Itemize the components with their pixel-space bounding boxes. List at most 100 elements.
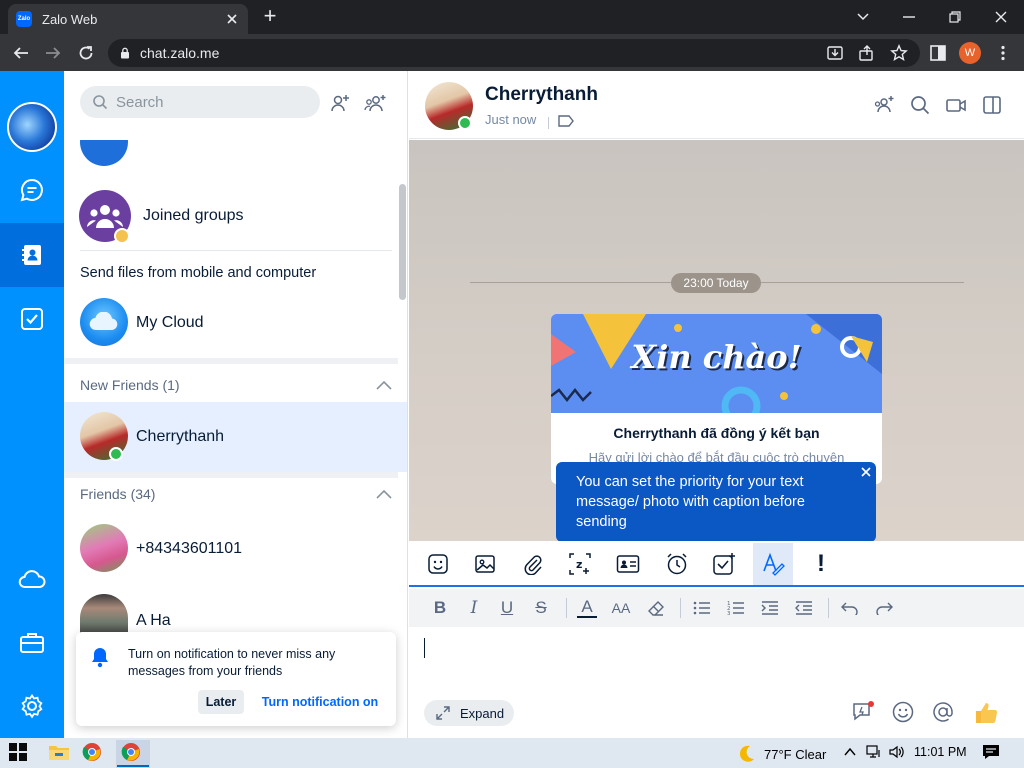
active-indicator [117, 765, 149, 767]
expand-button[interactable]: Expand [424, 700, 514, 726]
forward-arrow-icon[interactable] [40, 40, 66, 66]
online-status-icon [458, 116, 472, 130]
reload-icon[interactable] [73, 40, 99, 66]
url-text: chat.zalo.me [140, 45, 220, 61]
strikethrough-icon[interactable]: S [531, 598, 551, 618]
close-tab-icon[interactable] [224, 11, 240, 27]
search-icon [92, 94, 116, 110]
bell-icon [90, 646, 110, 668]
nav-messages[interactable] [0, 158, 64, 222]
restore-window-icon[interactable] [932, 0, 978, 34]
lock-icon [120, 47, 130, 59]
chevron-up-icon[interactable] [844, 746, 856, 758]
turn-notification-on-button[interactable]: Turn notification on [258, 690, 382, 714]
contact-card-icon[interactable] [613, 549, 643, 579]
mention-at-icon[interactable] [931, 700, 955, 724]
notification-message: Turn on notification to never miss any m… [128, 647, 336, 678]
conversation-info-panel-icon[interactable] [981, 94, 1003, 116]
screenshot-capture-icon[interactable]: z [565, 549, 595, 579]
action-center-icon[interactable] [982, 744, 1000, 760]
network-icon[interactable] [866, 745, 882, 759]
text-format-icon[interactable] [758, 549, 788, 579]
send-files-label: Send files from mobile and computer [80, 265, 317, 281]
attachment-paperclip-icon[interactable] [518, 549, 548, 579]
friend-name: A Ha [136, 612, 171, 629]
nav-todo[interactable] [0, 287, 64, 351]
checkbox-icon [19, 306, 45, 332]
minimize-window-icon[interactable] [886, 0, 932, 34]
svg-text:3: 3 [727, 611, 731, 616]
time-divider-label: 23:00 Today [671, 273, 761, 293]
later-button[interactable]: Later [198, 690, 244, 714]
reminder-alarm-icon[interactable] [662, 549, 692, 579]
emoji-icon[interactable] [891, 700, 915, 724]
add-friend-icon[interactable] [329, 92, 351, 114]
underline-icon[interactable]: U [497, 598, 517, 618]
outdent-icon[interactable] [794, 598, 814, 618]
my-avatar[interactable] [7, 102, 57, 152]
bold-icon[interactable]: B [430, 598, 450, 618]
friends-header[interactable]: Friends (34) [64, 480, 408, 508]
close-icon[interactable] [858, 464, 874, 480]
chat-contact-name: Cherrythanh [485, 84, 598, 105]
greeting-banner-text: Xin chào! [631, 338, 802, 376]
weather-widget[interactable]: 77°F Clear [736, 744, 826, 764]
notification-prompt: Turn on notification to never miss any m… [76, 632, 396, 726]
new-friends-header[interactable]: New Friends (1) [64, 371, 408, 399]
video-call-icon[interactable] [945, 94, 967, 116]
priority-mark-icon[interactable]: ! [806, 549, 836, 579]
indent-icon[interactable] [760, 598, 780, 618]
tag-label-icon[interactable] [557, 114, 575, 130]
assign-task-icon[interactable] [709, 549, 739, 579]
address-bar[interactable]: chat.zalo.me [108, 39, 920, 67]
my-cloud-label: My Cloud [136, 314, 204, 331]
windows-start-icon[interactable] [8, 742, 30, 764]
new-friend-name: Cherrythanh [136, 428, 225, 445]
image-icon[interactable] [470, 549, 500, 579]
profile-avatar[interactable]: W [959, 42, 981, 64]
cloud-icon [18, 568, 46, 590]
nav-cloud[interactable] [0, 547, 64, 611]
briefcase-icon [19, 631, 45, 655]
nav-contacts[interactable] [0, 223, 64, 287]
friend-name: +84343601101 [136, 540, 243, 557]
nav-toolbox[interactable] [0, 611, 64, 675]
italic-icon[interactable]: I [464, 598, 484, 618]
file-explorer-icon[interactable] [48, 742, 70, 764]
new-tab-button[interactable]: + [258, 5, 282, 28]
section-spacer [64, 358, 398, 364]
side-panel-icon[interactable] [929, 44, 947, 62]
bullet-list-icon[interactable] [692, 598, 712, 618]
chat-last-seen: Just now [485, 112, 537, 127]
share-icon[interactable] [858, 44, 876, 62]
browser-tab[interactable]: Zalo Zalo Web [8, 4, 248, 34]
add-to-group-icon[interactable] [873, 94, 895, 116]
back-arrow-icon[interactable] [8, 40, 34, 66]
redo-icon[interactable] [874, 598, 894, 618]
chrome-icon[interactable] [82, 742, 104, 764]
search-input[interactable]: Search [80, 86, 320, 118]
weather-text: 77°F Clear [764, 746, 827, 762]
close-window-icon[interactable] [978, 0, 1024, 34]
joined-groups-label: Joined groups [143, 207, 244, 224]
clock[interactable]: 11:01 PM [914, 745, 967, 759]
search-icon[interactable] [909, 94, 931, 116]
numbered-list-icon[interactable]: 123 [726, 598, 746, 618]
quick-message-icon[interactable] [851, 700, 875, 724]
tab-search-chevron-icon[interactable] [840, 0, 886, 34]
install-app-icon[interactable] [826, 44, 844, 62]
contacts-scrollbar[interactable] [399, 184, 406, 300]
font-size-icon[interactable]: AA [611, 598, 631, 618]
undo-icon[interactable] [840, 598, 860, 618]
text-color-icon[interactable]: A [577, 597, 597, 618]
nav-settings[interactable] [0, 674, 64, 738]
browser-menu-icon[interactable] [994, 44, 1012, 62]
thumbs-up-icon[interactable] [973, 700, 998, 724]
volume-icon[interactable] [889, 745, 905, 759]
sticker-icon[interactable] [423, 549, 453, 579]
chrome-active-icon[interactable] [121, 742, 143, 764]
create-group-icon[interactable] [364, 92, 386, 114]
clear-format-eraser-icon[interactable] [646, 598, 666, 618]
greeting-banner[interactable]: Xin chào! [551, 314, 882, 413]
bookmark-star-icon[interactable] [890, 44, 908, 62]
